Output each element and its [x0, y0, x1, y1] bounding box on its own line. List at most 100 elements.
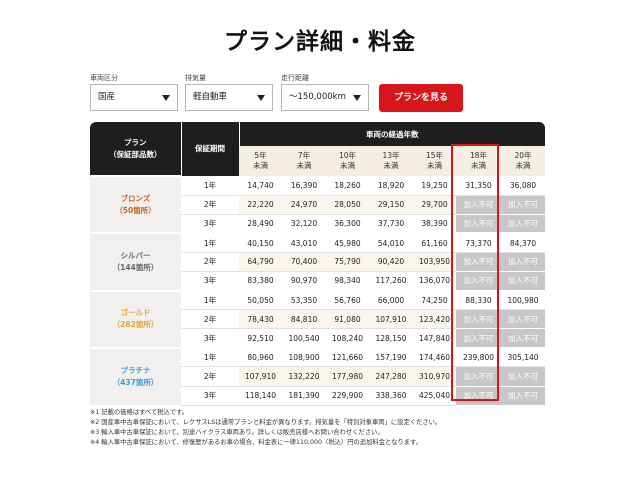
price-cell: 310,970	[413, 366, 456, 387]
price-cell: 75,790	[326, 252, 369, 272]
price-cell: 425,040	[413, 386, 456, 406]
displacement-select[interactable]: 軽自動車	[185, 84, 273, 111]
price-cell: 66,000	[369, 289, 413, 311]
chevron-down-icon	[353, 95, 361, 101]
footnote: ※4 輸入車中古車保証において、修復歴があるお車の場合、料金表に一律110,00…	[90, 439, 422, 446]
price-cell: 108,900	[282, 346, 326, 368]
unavailable-cell: 加入不可	[501, 214, 546, 234]
vehicle-type-filter: 車両区分 国産	[90, 72, 178, 111]
mileage-label: 走行距離	[281, 74, 309, 82]
year-column-header: 5年 未満	[239, 146, 282, 176]
price-cell: 83,380	[239, 271, 282, 292]
plan-name-cell: シルバー （144箇所）	[90, 232, 181, 291]
unavailable-cell: 加入不可	[501, 195, 546, 215]
price-cell: 28,490	[239, 214, 282, 234]
year-column-header: 13年 未満	[369, 146, 413, 176]
price-cell: 247,280	[369, 366, 413, 387]
plan-name-cell: ブロンズ （50箇所）	[90, 174, 181, 234]
period-cell: 2年	[181, 195, 239, 215]
price-cell: 123,420	[413, 309, 456, 330]
plan-parts-count: （50箇所）	[115, 205, 156, 215]
price-cell: 24,970	[282, 195, 326, 215]
footnote: ※1 記載の価格はすべて税込です。	[90, 409, 189, 416]
price-cell: 108,240	[326, 328, 369, 349]
plan-name: ブロンズ	[120, 193, 151, 203]
period-cell: 3年	[181, 214, 239, 234]
period-cell: 1年	[181, 232, 239, 253]
price-cell: 305,140	[501, 346, 546, 368]
unavailable-cell: 加入不可	[456, 214, 501, 234]
price-cell: 229,900	[326, 386, 369, 406]
price-cell: 90,970	[282, 271, 326, 292]
price-cell: 74,250	[413, 289, 456, 311]
price-cell: 19,250	[413, 176, 456, 196]
price-cell: 64,790	[239, 252, 282, 272]
displacement-filter: 排気量 軽自動車	[185, 72, 273, 111]
plan-header-title: プラン	[124, 137, 147, 147]
price-cell: 118,140	[239, 386, 282, 406]
price-cell: 91,080	[326, 309, 369, 330]
unavailable-cell: 加入不可	[456, 366, 501, 387]
chevron-down-icon	[162, 95, 170, 101]
price-table: プラン （保証部品数） 保証期間 車両の経過年数 5年 未満 7年 未満 10年 未満…	[90, 122, 546, 406]
unavailable-cell: 加入不可	[456, 328, 501, 349]
displacement-label: 排気量	[185, 74, 206, 82]
plan-name: プラチナ	[120, 365, 151, 375]
period-header: 保証期間	[180, 122, 239, 176]
plan-header-sub: （保証部品数）	[109, 149, 162, 159]
price-cell: 29,700	[413, 195, 456, 215]
unavailable-cell: 加入不可	[501, 366, 546, 387]
table-row: ゴールド （282箇所） 1年 50,050 53,350 56,760 66,000 74,…	[90, 289, 546, 348]
price-cell: 80,960	[239, 346, 282, 368]
price-cell: 136,070	[413, 271, 456, 292]
price-cell: 38,390	[413, 214, 456, 234]
unavailable-cell: 加入不可	[456, 195, 501, 215]
vehicle-type-select[interactable]: 国産	[90, 84, 178, 111]
price-cell: 53,350	[282, 289, 326, 311]
unavailable-cell: 加入不可	[456, 386, 501, 406]
plan-parts-count: （144箇所）	[112, 262, 159, 272]
period-cell: 2年	[181, 309, 239, 330]
price-cell: 43,010	[282, 232, 326, 253]
vehicle-type-value: 国産	[98, 92, 116, 102]
unavailable-cell: 加入不可	[501, 309, 546, 330]
year-column-header: 10年 未満	[326, 146, 369, 176]
price-cell: 16,390	[282, 176, 326, 196]
mileage-select[interactable]: 〜150,000km	[281, 84, 369, 111]
price-cell: 56,760	[326, 289, 369, 311]
footnote: ※2 国産車中古車保証において、レクサスLSは通常プランと料金が異なります。排気…	[90, 419, 442, 426]
price-cell: 177,980	[326, 366, 369, 387]
price-cell: 100,980	[501, 289, 546, 311]
period-cell: 1年	[181, 176, 239, 196]
plan-name-cell: ゴールド （282箇所）	[90, 289, 181, 348]
price-cell: 121,660	[326, 346, 369, 368]
year-column-header: 15年 未満	[413, 146, 456, 176]
unavailable-cell: 加入不可	[501, 271, 546, 292]
price-cell: 78,430	[239, 309, 282, 330]
plan-parts-count: （282箇所）	[112, 320, 159, 330]
price-cell: 338,360	[369, 386, 413, 406]
plan-name: ゴールド	[120, 308, 151, 318]
price-cell: 36,300	[326, 214, 369, 234]
show-plans-button[interactable]: プランを見る	[379, 84, 463, 112]
price-cell: 37,730	[369, 214, 413, 234]
mileage-filter: 走行距離 〜150,000km	[281, 72, 369, 111]
plan-name: シルバー	[120, 250, 151, 260]
period-cell: 1年	[181, 346, 239, 368]
price-cell: 70,400	[282, 252, 326, 272]
period-cell: 3年	[181, 271, 239, 292]
price-cell: 54,010	[369, 232, 413, 253]
price-cell: 84,370	[501, 232, 546, 253]
period-cell: 2年	[181, 366, 239, 387]
period-cell: 3年	[181, 328, 239, 349]
price-cell: 73,370	[456, 232, 501, 253]
page-title: プラン詳細・料金	[224, 29, 416, 55]
filter-bar: 車両区分 国産 排気量 軽自動車 走行距離 〜150,000km プランを見る	[90, 72, 550, 114]
years-header: 車両の経過年数	[238, 122, 546, 146]
price-cell: 181,390	[282, 386, 326, 406]
price-cell: 18,920	[369, 176, 413, 196]
price-cell: 45,980	[326, 232, 369, 253]
period-cell: 2年	[181, 252, 239, 272]
footnote: ※3 輸入車中古車保証において、別途ハイクラス車両あり。詳しくは販売店様へお問い…	[90, 429, 384, 436]
price-cell: 174,460	[413, 346, 456, 368]
